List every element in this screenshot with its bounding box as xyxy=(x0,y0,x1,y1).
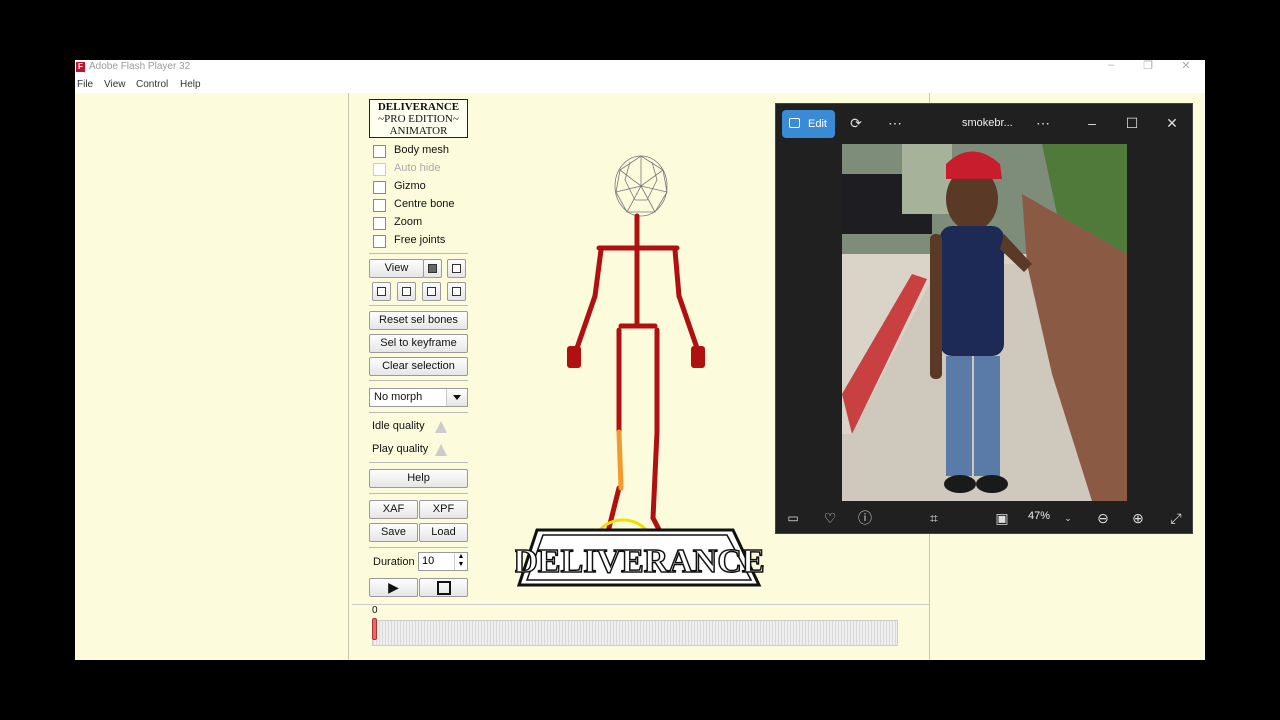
help-button[interactable]: Help xyxy=(369,469,468,488)
file-more-icon[interactable]: ⋯ xyxy=(1033,113,1053,133)
play-button[interactable]: ▶ xyxy=(369,578,418,597)
edit-button[interactable]: Edit xyxy=(782,110,835,138)
logo-line-3: ANIMATOR xyxy=(389,125,448,137)
view-right-icon[interactable] xyxy=(397,282,416,301)
checkbox-label: Auto hide xyxy=(394,162,441,174)
stage-left-border xyxy=(348,93,349,660)
play-icon: ▶ xyxy=(388,579,399,595)
checkbox-label: Zoom xyxy=(394,216,423,228)
load-button[interactable]: Load xyxy=(419,523,468,542)
face-scan-icon[interactable]: ⌗ xyxy=(924,508,944,528)
checkbox-label: Centre bone xyxy=(394,198,455,210)
slider-knob-icon[interactable] xyxy=(435,421,447,433)
sel-to-keyframe-button[interactable]: Sel to keyframe xyxy=(369,334,468,353)
play-quality-label: Play quality xyxy=(372,443,429,455)
view-left-icon[interactable] xyxy=(372,282,391,301)
app-logo: DELIVERANCE ~PRO EDITION~ ANIMATOR xyxy=(369,99,468,138)
minimize-icon[interactable]: – xyxy=(1082,113,1102,133)
favorite-icon[interactable]: ♡ xyxy=(820,508,840,528)
maximize-icon[interactable]: ☐ xyxy=(1122,113,1142,133)
checkbox-box[interactable] xyxy=(373,145,386,158)
edit-icon xyxy=(789,118,800,128)
window-title: Adobe Flash Player 32 xyxy=(89,61,191,72)
restore-button[interactable]: ❐ xyxy=(1138,60,1158,72)
timeline-start-label: 0 xyxy=(372,605,378,616)
stop-icon xyxy=(436,581,451,595)
xpf-button[interactable]: XPF xyxy=(419,500,468,519)
menu-bar: File View Control Help xyxy=(75,77,1205,93)
photo-image xyxy=(842,144,1127,501)
logo-line-1: DELIVERANCE xyxy=(377,101,460,113)
logo-line-2: ~PRO EDITION~ xyxy=(378,113,459,125)
skeleton xyxy=(574,213,700,571)
info-icon[interactable]: ⓘ xyxy=(855,508,875,528)
head-mesh xyxy=(614,155,668,217)
fit-view-icon[interactable]: ▣ xyxy=(992,508,1012,528)
checkbox-label: Body mesh xyxy=(394,144,450,156)
photos-window: Edit ⟳ ⋯ smokebr... ⋯ – ☐ ✕ ▭ ♡ ⓘ ⌗ ▣ 47… xyxy=(775,103,1193,534)
stage-logo: DELIVERANCE xyxy=(515,528,765,587)
divider xyxy=(369,305,468,306)
view-bottom-icon[interactable] xyxy=(447,282,466,301)
checkbox-box[interactable] xyxy=(373,235,386,248)
save-button[interactable]: Save xyxy=(369,523,418,542)
checkbox-box[interactable] xyxy=(373,181,386,194)
divider xyxy=(369,493,468,494)
menu-view[interactable]: View xyxy=(104,79,126,90)
chevron-down-icon[interactable] xyxy=(446,389,467,406)
slider-knob-icon[interactable] xyxy=(435,444,447,456)
view-back-icon[interactable] xyxy=(447,259,466,278)
file-name: smokebr... xyxy=(962,117,1013,129)
edit-label: Edit xyxy=(808,118,827,130)
checkbox-label: Free joints xyxy=(394,234,446,246)
close-button[interactable]: ✕ xyxy=(1176,60,1196,72)
duration-label: Duration xyxy=(373,556,415,568)
duration-input[interactable]: 10 ▲ ▼ xyxy=(418,552,468,571)
hands xyxy=(567,346,705,368)
checkbox-box xyxy=(373,163,386,176)
menu-help[interactable]: Help xyxy=(180,79,201,90)
view-top-icon[interactable] xyxy=(422,282,441,301)
divider xyxy=(369,380,468,381)
clear-selection-button[interactable]: Clear selection xyxy=(369,357,468,376)
fullscreen-icon[interactable]: ⤢ xyxy=(1166,508,1186,528)
menu-file[interactable]: File xyxy=(77,79,93,90)
checkbox-label: Gizmo xyxy=(394,180,426,192)
zoom-value[interactable]: 47% xyxy=(1028,510,1050,522)
morph-dropdown[interactable]: No morph xyxy=(369,388,468,407)
stop-button[interactable] xyxy=(419,578,468,597)
zoom-in-icon[interactable]: ⊕ xyxy=(1128,508,1148,528)
morph-value: No morph xyxy=(374,391,423,403)
selected-bone xyxy=(616,429,624,491)
reset-sel-bones-button[interactable]: Reset sel bones xyxy=(369,311,468,330)
idle-quality-slider[interactable]: Idle quality xyxy=(372,420,447,436)
chevron-down-icon[interactable]: ⌄ xyxy=(1058,508,1078,528)
checkbox-box[interactable] xyxy=(373,199,386,212)
divider xyxy=(369,462,468,463)
duration-value: 10 xyxy=(422,555,435,567)
title-bar: F Adobe Flash Player 32 – ❐ ✕ xyxy=(75,60,1205,76)
more-options-icon[interactable]: ⋯ xyxy=(885,113,905,133)
spinner-icon[interactable]: ▲ ▼ xyxy=(454,553,467,570)
rotate-icon[interactable]: ⟳ xyxy=(846,113,866,133)
flash-logo-icon: F xyxy=(76,62,85,72)
idle-quality-label: Idle quality xyxy=(372,420,425,432)
filmstrip-icon[interactable]: ▭ xyxy=(783,508,803,528)
minimize-button[interactable]: – xyxy=(1101,60,1121,71)
close-icon[interactable]: ✕ xyxy=(1162,113,1182,133)
menu-control[interactable]: Control xyxy=(136,79,168,90)
timeline-divider xyxy=(352,604,930,605)
view-button[interactable]: View xyxy=(369,259,424,278)
checkbox-box[interactable] xyxy=(373,217,386,230)
play-quality-slider[interactable]: Play quality xyxy=(372,443,447,459)
divider xyxy=(369,253,468,254)
zoom-out-icon[interactable]: ⊖ xyxy=(1093,508,1113,528)
timeline-playhead[interactable] xyxy=(372,618,377,640)
timeline-track[interactable] xyxy=(372,620,898,646)
stage-logo-text: DELIVERANCE xyxy=(515,543,765,580)
divider xyxy=(369,412,468,413)
xaf-button[interactable]: XAF xyxy=(369,500,418,519)
view-front-icon[interactable] xyxy=(423,259,442,278)
divider xyxy=(369,547,468,548)
